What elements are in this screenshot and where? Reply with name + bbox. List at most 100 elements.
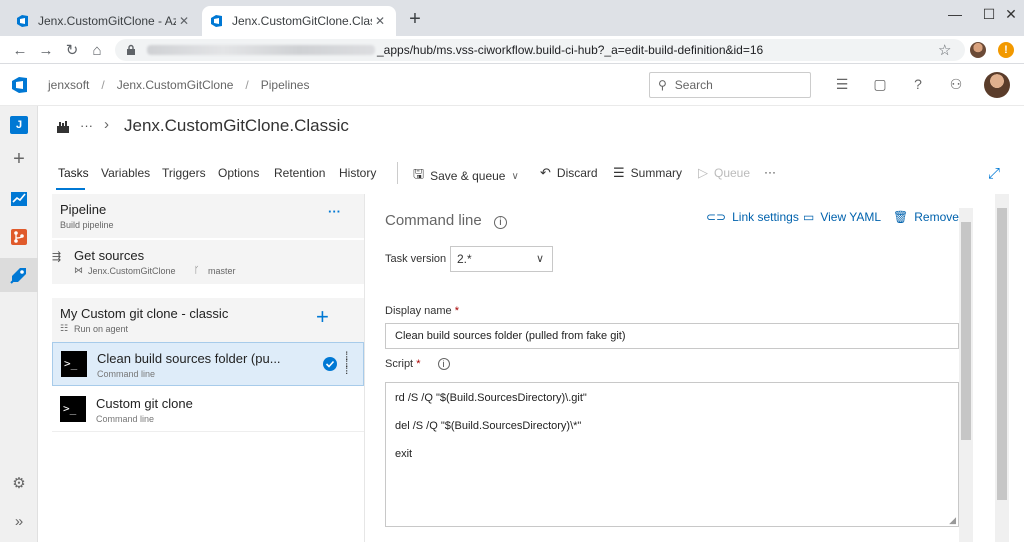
page-scrollbar[interactable] bbox=[995, 194, 1009, 542]
breadcrumb-project[interactable]: Jenx.CustomGitClone bbox=[117, 78, 234, 92]
save-queue-button[interactable]: 🖫 Save & queue ∨ bbox=[413, 165, 519, 187]
close-tab-icon[interactable]: ✕ bbox=[372, 14, 388, 28]
tab-retention[interactable]: Retention bbox=[274, 166, 325, 180]
lock-icon bbox=[127, 44, 135, 55]
page-title: Jenx.CustomGitClone.Classic bbox=[124, 116, 349, 135]
page-header: ··· › Jenx.CustomGitClone.Classic bbox=[38, 106, 1024, 150]
command-line-icon: >_ bbox=[60, 396, 86, 422]
script-label-text: Script bbox=[385, 358, 414, 370]
close-tab-icon[interactable]: ✕ bbox=[176, 14, 192, 28]
project-icon[interactable]: J bbox=[0, 108, 38, 142]
info-icon[interactable]: i bbox=[493, 216, 507, 229]
task-type: Command line bbox=[97, 369, 156, 379]
task-details-pane: Command line i ⊂⊃ Link settings ▭ View Y… bbox=[364, 194, 1024, 542]
view-yaml-label: View YAML bbox=[820, 210, 882, 224]
browser-toolbar: ← → ↻ ⌂ _apps/hub/ms.vss-ciworkflow.buil… bbox=[0, 36, 1024, 64]
task-item-selected[interactable]: >_ Clean build sources folder (pu... Com… bbox=[52, 342, 364, 386]
discard-button[interactable]: ↶ Discard bbox=[540, 165, 598, 181]
display-name-label-text: Display name bbox=[385, 305, 452, 317]
azure-devops-favicon-icon bbox=[17, 15, 28, 27]
tab-tasks[interactable]: Tasks bbox=[58, 166, 89, 180]
drag-handle-icon[interactable]: ⁞ ⁞ ⁞ bbox=[345, 350, 353, 376]
list-icon[interactable]: ☰ bbox=[834, 76, 850, 92]
search-icon: ⚲ bbox=[658, 78, 667, 92]
info-icon[interactable]: i bbox=[437, 358, 450, 370]
forward-arrow-icon[interactable]: → bbox=[36, 40, 56, 60]
new-tab-button[interactable]: + bbox=[404, 9, 426, 29]
search-input[interactable]: ⚲ Search bbox=[649, 72, 811, 98]
add-icon[interactable]: + bbox=[0, 142, 38, 176]
task-item[interactable]: >_ Custom git clone Command line bbox=[52, 388, 364, 432]
breadcrumb-separator: / bbox=[245, 78, 249, 92]
details-scrollbar[interactable] bbox=[959, 208, 973, 542]
blurred-url-host bbox=[147, 45, 375, 55]
help-icon[interactable]: ? bbox=[910, 76, 926, 92]
link-settings-button[interactable]: ⊂⊃ Link settings bbox=[706, 210, 799, 224]
get-sources-branch: master bbox=[208, 266, 236, 276]
agent-job-row[interactable]: My Custom git clone - classic ☷ Run on a… bbox=[52, 298, 364, 342]
agent-job-subtitle: Run on agent bbox=[74, 324, 129, 334]
link-settings-label: Link settings bbox=[732, 210, 799, 224]
home-icon[interactable]: ⌂ bbox=[87, 40, 107, 60]
address-bar[interactable]: _apps/hub/ms.vss-ciworkflow.build-ci-hub… bbox=[115, 39, 965, 61]
script-textarea[interactable]: rd /S /Q "$(Build.SourcesDirectory)\.git… bbox=[385, 382, 959, 527]
fullscreen-icon[interactable]: ⤢ bbox=[988, 165, 1000, 182]
azure-devops-favicon-icon bbox=[211, 15, 222, 27]
tab-variables[interactable]: Variables bbox=[101, 166, 150, 180]
trash-icon: 🗑 bbox=[893, 210, 909, 224]
script-label: Script * i bbox=[385, 358, 450, 370]
breadcrumb-more-button[interactable]: ··· bbox=[80, 118, 93, 133]
task-list-pane: Pipeline Build pipeline ··· ⇶ Get source… bbox=[52, 194, 364, 542]
repos-icon[interactable] bbox=[0, 220, 38, 254]
summary-button[interactable]: ☰ Summary bbox=[613, 165, 682, 181]
command-line-icon: >_ bbox=[61, 351, 87, 377]
marketplace-bag-icon[interactable]: ▢ bbox=[872, 76, 888, 92]
required-marker: * bbox=[416, 358, 421, 370]
pipeline-row[interactable]: Pipeline Build pipeline ··· bbox=[52, 194, 364, 238]
tab-options[interactable]: Options bbox=[218, 166, 259, 180]
undo-icon: ↶ bbox=[540, 165, 551, 180]
display-name-field[interactable]: Clean build sources folder (pulled from … bbox=[385, 323, 959, 349]
avatar[interactable] bbox=[984, 72, 1010, 98]
tab-history[interactable]: History bbox=[339, 166, 376, 180]
azure-devops-logo-icon[interactable] bbox=[10, 75, 30, 95]
scrollbar-thumb[interactable] bbox=[997, 208, 1007, 500]
breadcrumb: jenxsoft / Jenx.CustomGitClone / Pipelin… bbox=[48, 78, 309, 92]
left-nav-rail: J + ⚙ » bbox=[0, 106, 38, 542]
scrollbar-thumb[interactable] bbox=[961, 222, 971, 440]
discard-label: Discard bbox=[556, 166, 598, 180]
pipeline-subtitle: Build pipeline bbox=[60, 220, 114, 230]
check-circle-icon bbox=[323, 357, 337, 371]
script-line: del /S /Q "$(Build.SourcesDirectory)\*" bbox=[395, 420, 582, 432]
bookmark-star-icon[interactable]: ☆ bbox=[938, 41, 951, 59]
view-yaml-button[interactable]: ▭ View YAML bbox=[803, 210, 881, 224]
browser-tab[interactable]: Jenx.CustomGitClone - Azure De ✕ bbox=[8, 6, 200, 36]
warning-badge-icon[interactable]: ! bbox=[998, 42, 1014, 58]
breadcrumb-pipelines[interactable]: Pipelines bbox=[261, 78, 310, 92]
tab-triggers[interactable]: Triggers bbox=[162, 166, 206, 180]
branch-icon: ᚴ bbox=[194, 265, 200, 275]
get-sources-row[interactable]: ⇶ Get sources ⋈ Jenx.CustomGitClone ᚴ ma… bbox=[52, 240, 364, 284]
get-sources-title: Get sources bbox=[74, 248, 145, 263]
browser-tab-active[interactable]: Jenx.CustomGitClone.Classic - Az ✕ bbox=[202, 6, 396, 36]
expand-rail-icon[interactable]: » bbox=[0, 504, 38, 538]
settings-gear-icon[interactable]: ⚙ bbox=[0, 466, 38, 500]
pipeline-more-button[interactable]: ··· bbox=[328, 204, 341, 219]
resize-grip-icon[interactable]: ◢ bbox=[949, 515, 956, 526]
more-actions-button[interactable]: ··· bbox=[764, 165, 776, 179]
task-type: Command line bbox=[96, 414, 155, 424]
breadcrumb-org[interactable]: jenxsoft bbox=[48, 78, 89, 92]
task-version-select[interactable]: 2.* ∨ bbox=[450, 246, 553, 272]
boards-icon[interactable] bbox=[0, 182, 38, 216]
task-name: Clean build sources folder (pu... bbox=[97, 351, 281, 366]
browser-tab-strip: Jenx.CustomGitClone - Azure De ✕ Jenx.Cu… bbox=[0, 0, 1024, 36]
pipelines-icon[interactable] bbox=[0, 258, 38, 292]
reload-icon[interactable]: ↻ bbox=[62, 40, 82, 60]
queue-button[interactable]: ▷ Queue bbox=[698, 165, 750, 181]
close-window-button[interactable]: ✕ bbox=[998, 0, 1024, 28]
remove-button[interactable]: 🗑 Remove bbox=[893, 210, 959, 224]
back-arrow-icon[interactable]: ← bbox=[10, 40, 30, 60]
user-settings-icon[interactable]: ⚇ bbox=[948, 76, 964, 92]
profile-avatar[interactable] bbox=[970, 42, 986, 58]
add-task-button[interactable]: + bbox=[316, 304, 329, 330]
